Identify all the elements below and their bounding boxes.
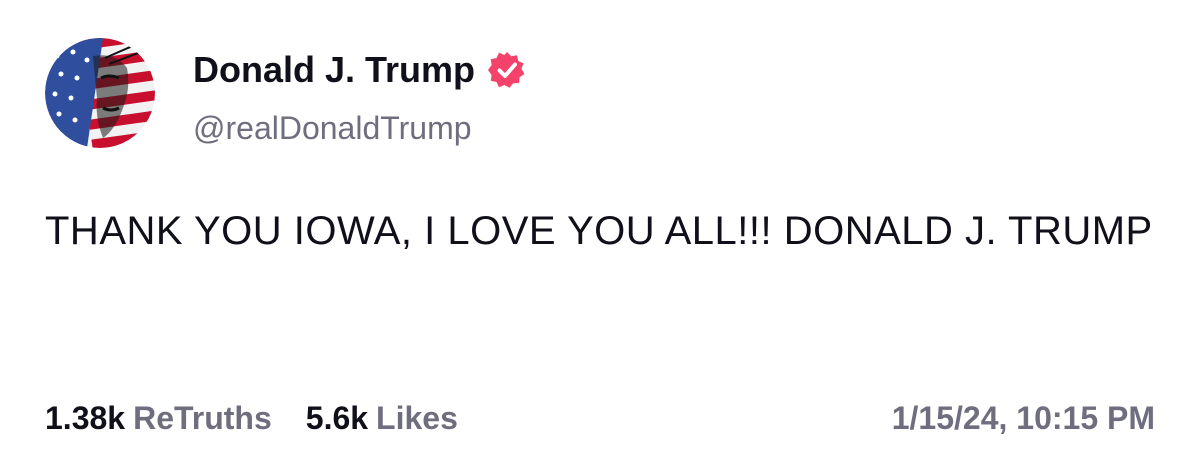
- post-card: Donald J. Trump @realDonaldTrump THANK Y…: [0, 0, 1199, 467]
- likes-count: 5.6k: [305, 400, 369, 436]
- likes-label: Likes: [376, 400, 458, 436]
- author-handle[interactable]: @realDonaldTrump: [193, 108, 472, 148]
- avatar[interactable]: [45, 38, 155, 148]
- post-stats: 1.38k ReTruths 5.6k Likes: [45, 398, 458, 438]
- flag-portrait-avatar-icon: [45, 38, 155, 148]
- author-display-name[interactable]: Donald J. Trump: [193, 48, 475, 92]
- author-name[interactable]: Donald J. Trump: [193, 48, 527, 92]
- post-timestamp[interactable]: 1/15/24, 10:15 PM: [892, 398, 1155, 438]
- retruths-stat[interactable]: 1.38k ReTruths: [45, 398, 272, 438]
- verified-badge-icon: [487, 50, 527, 90]
- post-text: THANK YOU IOWA, I LOVE YOU ALL!!! DONALD…: [45, 209, 1153, 253]
- likes-stat[interactable]: 5.6k Likes: [306, 398, 458, 438]
- retruths-count: 1.38k: [45, 400, 126, 436]
- retruths-label: ReTruths: [133, 400, 272, 436]
